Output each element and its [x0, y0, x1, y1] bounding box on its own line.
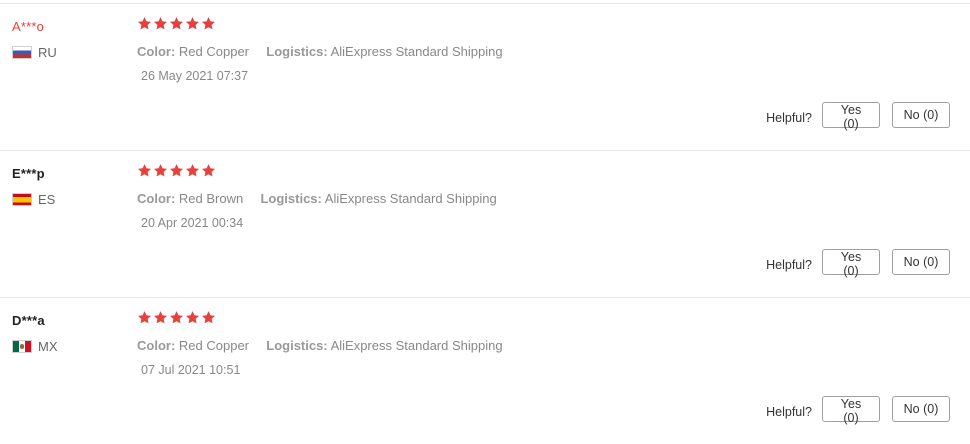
reviewer-country: ES	[12, 191, 56, 207]
helpful-no-button[interactable]: No (0)	[892, 396, 950, 422]
helpful-yes-button[interactable]: Yes (0)	[822, 249, 880, 278]
review-attributes: Color: Red Copper Logistics: AliExpress …	[137, 338, 503, 353]
helpful-label: Helpful?	[766, 111, 812, 125]
reviewer-name[interactable]: D***a	[12, 313, 45, 328]
star-icon	[153, 16, 168, 31]
color-label: Color:	[137, 44, 176, 59]
logistics-value: AliExpress Standard Shipping	[324, 191, 497, 206]
helpful-section: Helpful? Yes (0) No (0)	[766, 249, 950, 278]
spain-flag-icon	[12, 192, 32, 206]
helpful-label: Helpful?	[766, 258, 812, 272]
star-icon	[201, 310, 216, 325]
helpful-label: Helpful?	[766, 405, 812, 419]
star-rating	[137, 16, 216, 34]
logistics-value: AliExpress Standard Shipping	[330, 44, 503, 59]
color-label: Color:	[137, 338, 176, 353]
logistics-label: Logistics:	[260, 191, 322, 206]
star-icon	[169, 163, 184, 178]
helpful-no-button[interactable]: No (0)	[892, 249, 950, 275]
star-rating	[137, 310, 216, 328]
star-icon	[185, 310, 200, 325]
star-icon	[201, 16, 216, 31]
review-date: 20 Apr 2021 00:34	[141, 216, 244, 230]
logistics-label: Logistics:	[266, 44, 328, 59]
star-icon	[153, 163, 168, 178]
review-date: 26 May 2021 07:37	[141, 69, 249, 83]
color-value: Red Copper	[178, 338, 250, 353]
star-icon	[169, 310, 184, 325]
color-value: Red Brown	[178, 191, 244, 206]
mexico-flag-icon	[12, 339, 32, 353]
country-code: RU	[38, 44, 57, 60]
logistics-value: AliExpress Standard Shipping	[330, 338, 503, 353]
star-icon	[201, 163, 216, 178]
review-date: 07 Jul 2021 10:51	[141, 363, 241, 377]
star-rating	[137, 163, 216, 181]
reviewer-country: RU	[12, 44, 57, 60]
helpful-yes-button[interactable]: Yes (0)	[822, 102, 880, 131]
star-icon	[169, 16, 184, 31]
review-attributes: Color: Red Copper Logistics: AliExpress …	[137, 44, 503, 59]
helpful-section: Helpful? Yes (0) No (0)	[766, 102, 950, 131]
review-item: D***a MX Color: Red Copper Logistics: Al…	[0, 297, 970, 444]
reviewer-name[interactable]: A***o	[12, 19, 44, 34]
logistics-label: Logistics:	[266, 338, 328, 353]
star-icon	[185, 163, 200, 178]
color-label: Color:	[137, 191, 176, 206]
review-attributes: Color: Red Brown Logistics: AliExpress S…	[137, 191, 497, 206]
helpful-no-button[interactable]: No (0)	[892, 102, 950, 128]
star-icon	[137, 16, 152, 31]
country-code: MX	[38, 338, 58, 354]
reviewer-country: MX	[12, 338, 58, 354]
star-icon	[137, 163, 152, 178]
country-code: ES	[38, 191, 56, 207]
star-icon	[153, 310, 168, 325]
review-item: A***o RU Color: Red Copper Logistics: Al…	[0, 3, 970, 150]
reviewer-name[interactable]: E***p	[12, 166, 45, 181]
russia-flag-icon	[12, 45, 32, 59]
helpful-section: Helpful? Yes (0) No (0)	[766, 396, 950, 425]
review-item: E***p ES Color: Red Brown Logistics: Ali…	[0, 150, 970, 297]
star-icon	[137, 310, 152, 325]
color-value: Red Copper	[178, 44, 250, 59]
star-icon	[185, 16, 200, 31]
helpful-yes-button[interactable]: Yes (0)	[822, 396, 880, 425]
